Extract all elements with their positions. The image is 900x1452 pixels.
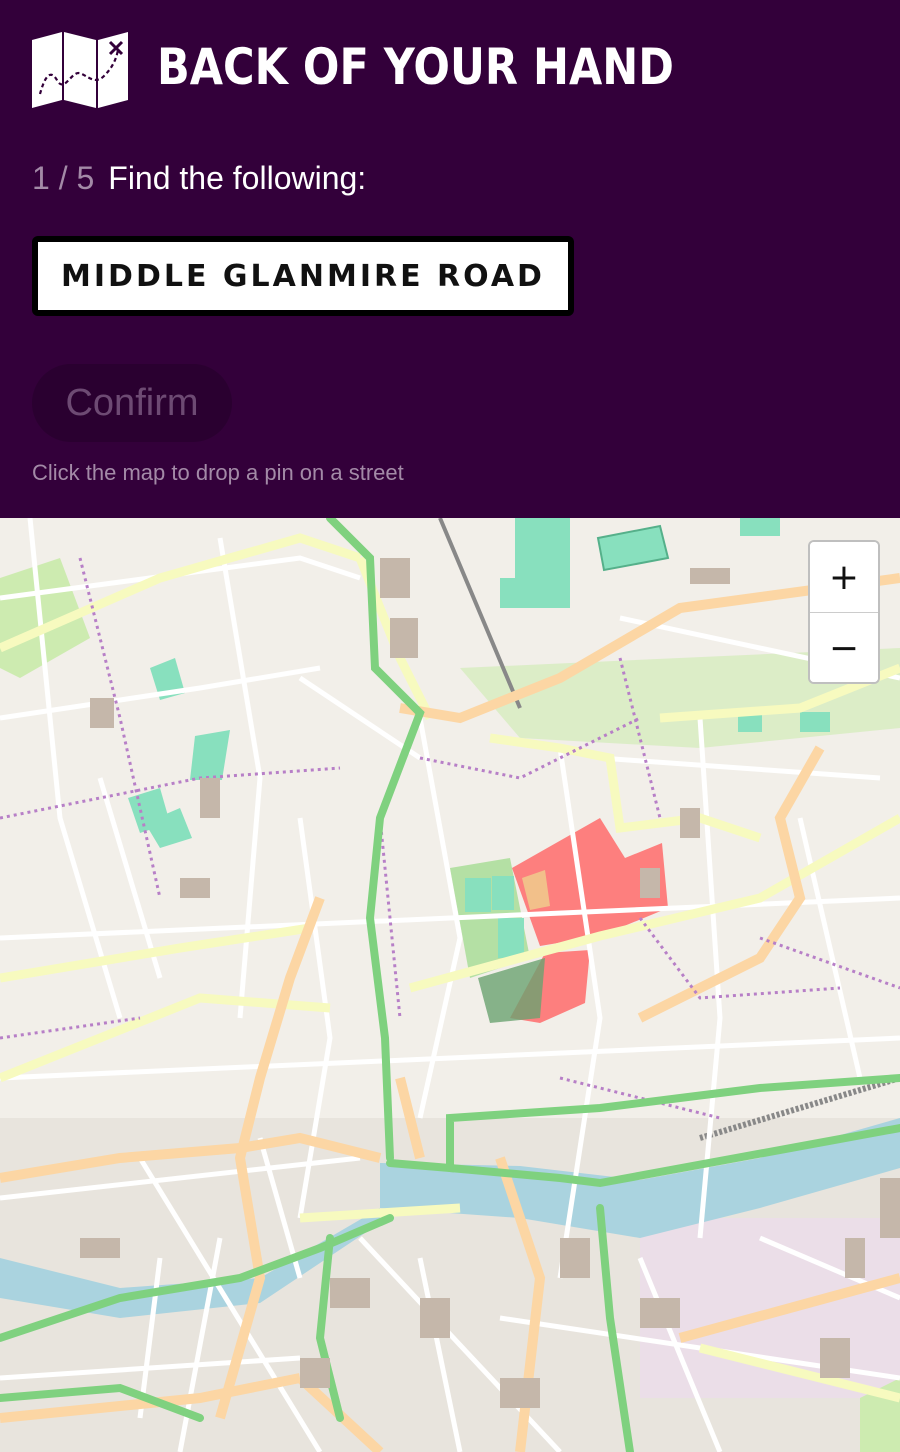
map-tiles bbox=[0, 518, 900, 1452]
zoom-in-button[interactable]: + bbox=[810, 542, 878, 613]
target-street-card: MIDDLE GLANMIRE ROAD bbox=[32, 236, 574, 316]
progress-count: 1 / 5 bbox=[32, 160, 95, 196]
prompt-label: Find the following: bbox=[108, 160, 367, 196]
zoom-control: + − bbox=[808, 540, 880, 684]
instruction-hint: Click the map to drop a pin on a street bbox=[32, 460, 404, 485]
header: BACK OF YOUR HAND 1 / 5 Find the followin… bbox=[0, 0, 900, 518]
confirm-button[interactable]: Confirm bbox=[32, 364, 232, 442]
folded-map-icon bbox=[32, 32, 128, 108]
zoom-out-button[interactable]: − bbox=[810, 613, 878, 682]
app-title: BACK OF YOUR HAND bbox=[157, 38, 674, 96]
map-canvas[interactable] bbox=[0, 518, 900, 1452]
progress-row: 1 / 5 Find the following: bbox=[32, 160, 366, 197]
target-street-name: MIDDLE GLANMIRE ROAD bbox=[38, 242, 568, 310]
